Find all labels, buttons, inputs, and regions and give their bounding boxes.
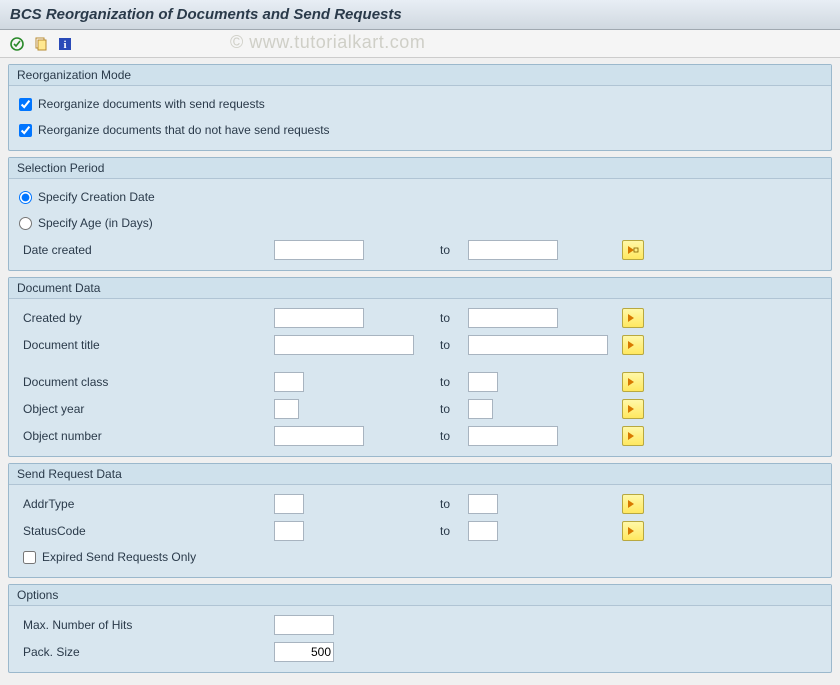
content-area: Reorganization Mode Reorganize documents… [0, 58, 840, 685]
label-reorg-with-send: Reorganize documents with send requests [38, 97, 265, 111]
multi-select-button[interactable] [622, 240, 644, 260]
label-creation-date: Specify Creation Date [38, 190, 155, 204]
label-obj-year: Object year [19, 402, 274, 416]
label-expired-only: Expired Send Requests Only [42, 550, 196, 564]
group-title-reorg: Reorganization Mode [9, 65, 831, 86]
label-to: to [424, 375, 468, 389]
group-selection-period: Selection Period Specify Creation Date S… [8, 157, 832, 271]
label-reorg-without-send: Reorganize documents that do not have se… [38, 123, 330, 137]
label-to: to [424, 429, 468, 443]
input-created-by-to[interactable] [468, 308, 558, 328]
group-title-docdata: Document Data [9, 278, 831, 299]
multi-select-button[interactable] [622, 335, 644, 355]
checkbox-reorg-with-send[interactable] [19, 98, 32, 111]
multi-select-button[interactable] [622, 426, 644, 446]
label-to: to [424, 524, 468, 538]
multi-select-button[interactable] [622, 494, 644, 514]
group-title-sendreq: Send Request Data [9, 464, 831, 485]
label-to: to [424, 497, 468, 511]
group-reorg-mode: Reorganization Mode Reorganize documents… [8, 64, 832, 151]
input-addr-type-to[interactable] [468, 494, 498, 514]
group-title-options: Options [9, 585, 831, 606]
label-to: to [424, 402, 468, 416]
label-to: to [424, 338, 468, 352]
input-doc-title-to[interactable] [468, 335, 608, 355]
label-doc-title: Document title [19, 338, 274, 352]
input-date-to[interactable] [468, 240, 558, 260]
group-title-selection: Selection Period [9, 158, 831, 179]
label-to: to [424, 311, 468, 325]
checkbox-expired-only[interactable] [23, 551, 36, 564]
svg-text:i: i [63, 39, 66, 51]
label-age-days: Specify Age (in Days) [38, 216, 153, 230]
label-created-by: Created by [19, 311, 274, 325]
group-document-data: Document Data Created by to Document tit… [8, 277, 832, 457]
input-created-by-from[interactable] [274, 308, 364, 328]
label-pack-size: Pack. Size [19, 645, 274, 659]
input-pack-size[interactable] [274, 642, 334, 662]
variant-icon[interactable] [32, 35, 50, 53]
multi-select-button[interactable] [622, 399, 644, 419]
multi-select-button[interactable] [622, 372, 644, 392]
input-obj-year-from[interactable] [274, 399, 299, 419]
input-obj-year-to[interactable] [468, 399, 493, 419]
input-max-hits[interactable] [274, 615, 334, 635]
input-doc-class-from[interactable] [274, 372, 304, 392]
execute-icon[interactable] [8, 35, 26, 53]
group-send-request: Send Request Data AddrType to StatusCode… [8, 463, 832, 578]
input-obj-num-from[interactable] [274, 426, 364, 446]
input-date-from[interactable] [274, 240, 364, 260]
input-status-code-to[interactable] [468, 521, 498, 541]
radio-age-days[interactable] [19, 217, 32, 230]
label-obj-num: Object number [19, 429, 274, 443]
toolbar: i [0, 30, 840, 58]
info-icon[interactable]: i [56, 35, 74, 53]
input-addr-type-from[interactable] [274, 494, 304, 514]
radio-creation-date[interactable] [19, 191, 32, 204]
label-status-code: StatusCode [19, 524, 274, 538]
group-options: Options Max. Number of Hits Pack. Size [8, 584, 832, 673]
label-addr-type: AddrType [19, 497, 274, 511]
input-doc-title-from[interactable] [274, 335, 414, 355]
input-status-code-from[interactable] [274, 521, 304, 541]
page-title: BCS Reorganization of Documents and Send… [0, 0, 840, 30]
input-obj-num-to[interactable] [468, 426, 558, 446]
label-doc-class: Document class [19, 375, 274, 389]
input-doc-class-to[interactable] [468, 372, 498, 392]
label-date-created: Date created [19, 243, 274, 257]
checkbox-reorg-without-send[interactable] [19, 124, 32, 137]
multi-select-button[interactable] [622, 308, 644, 328]
multi-select-button[interactable] [622, 521, 644, 541]
label-to: to [424, 243, 468, 257]
